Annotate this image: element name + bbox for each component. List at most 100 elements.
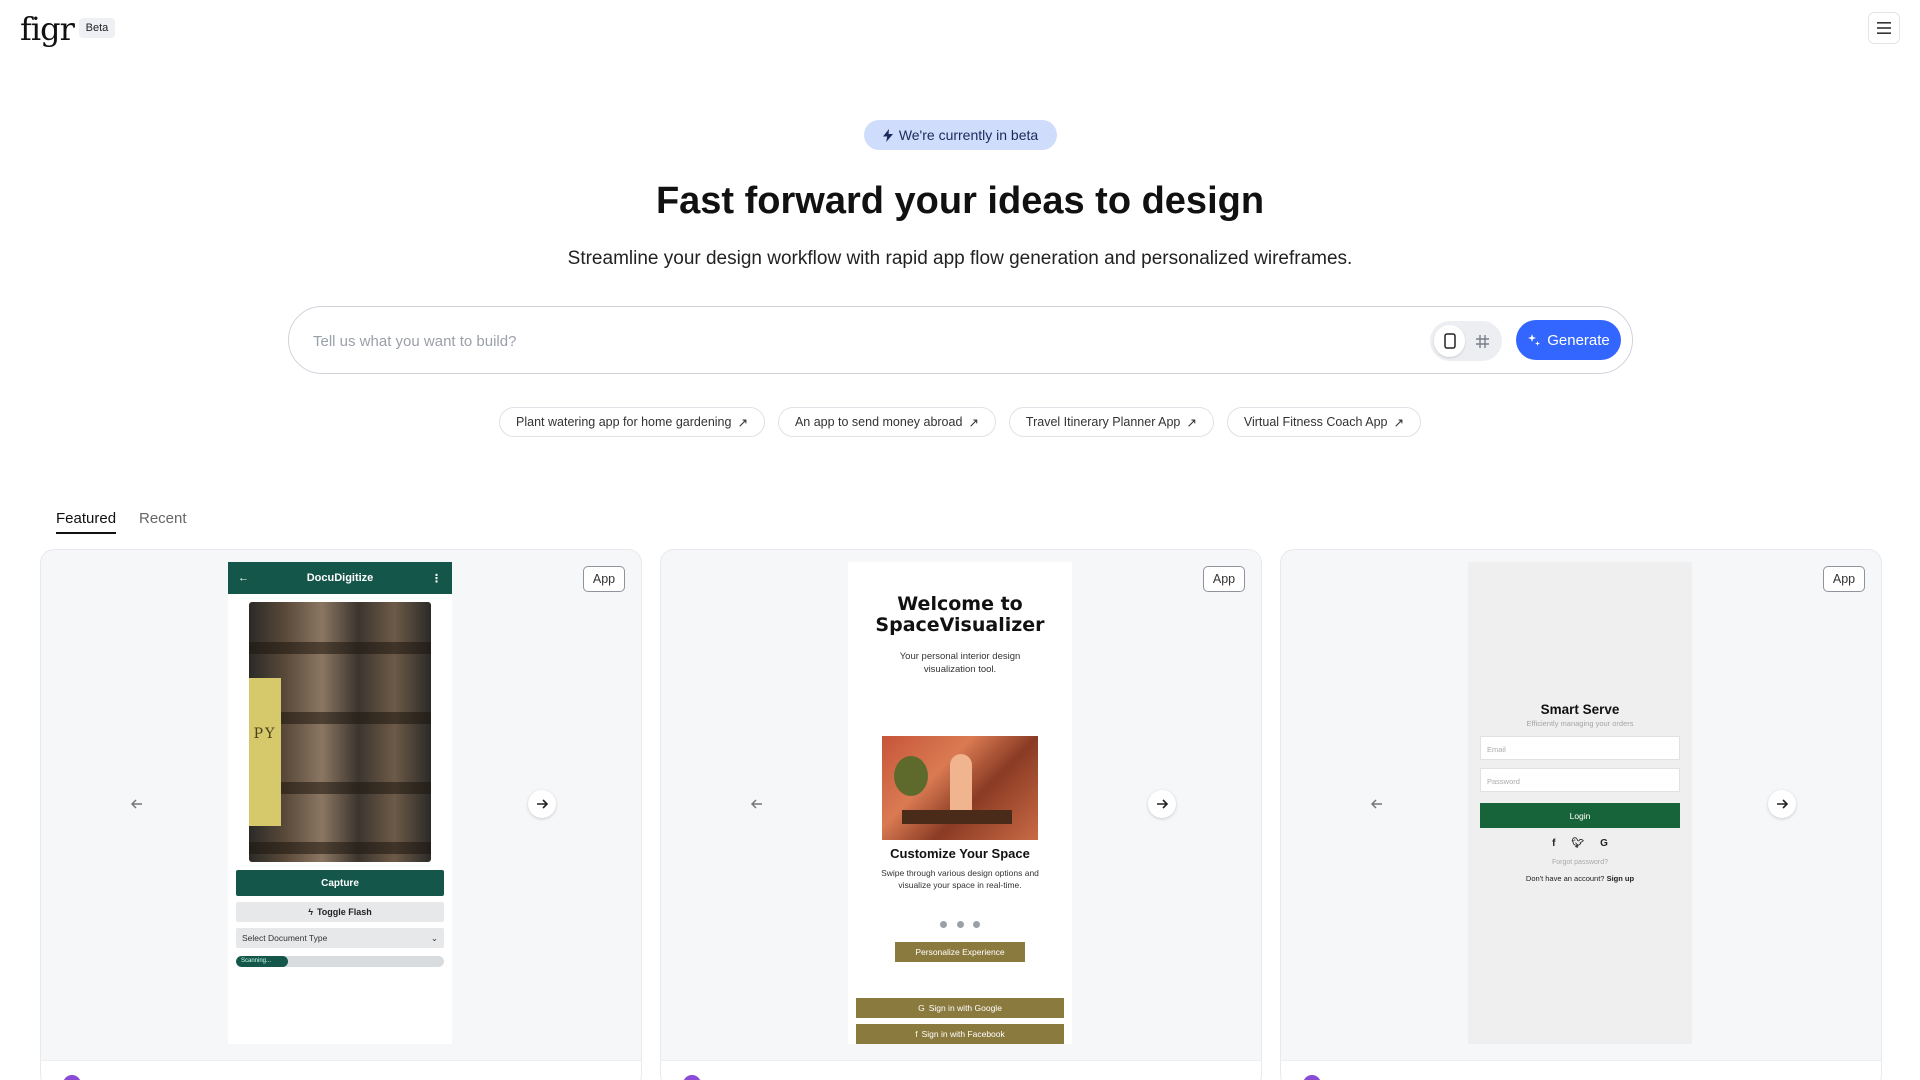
- next-screen-button[interactable]: [1768, 790, 1796, 818]
- suggestion-chip[interactable]: Travel Itinerary Planner App ↗: [1008, 407, 1214, 437]
- arrow-left-icon: [750, 799, 762, 809]
- beta-badge: Beta: [79, 18, 115, 38]
- prev-screen-button[interactable]: [743, 790, 771, 818]
- tab-featured[interactable]: Featured: [56, 510, 116, 527]
- tab-recent[interactable]: Recent: [139, 510, 187, 527]
- facebook-icon: f: [915, 1029, 918, 1039]
- document-type-select: Select Document Type ⌄: [236, 928, 444, 948]
- grid-icon: [1476, 334, 1489, 348]
- suggestion-label: Virtual Fitness Coach App: [1243, 415, 1388, 429]
- signup-prompt: Don't have an account? Sign up: [1468, 874, 1692, 883]
- capture-button: Capture: [236, 870, 444, 896]
- avatar: [63, 1075, 81, 1080]
- facebook-signin-label: Sign in with Facebook: [921, 1029, 1005, 1039]
- arrow-up-right-icon: ↗: [968, 415, 979, 430]
- personalize-button: Personalize Experience: [895, 942, 1025, 962]
- docudigitize-header: ← DocuDigitize ⋮: [228, 562, 452, 594]
- card-footer: [41, 1060, 641, 1080]
- chevron-down-icon: ⌄: [430, 932, 438, 943]
- mobile-icon: [1443, 333, 1456, 349]
- suggestion-chips: Plant watering app for home gardening ↗ …: [0, 407, 1920, 437]
- docudigitize-title: DocuDigitize: [306, 572, 374, 584]
- arrow-right-icon: [1157, 799, 1169, 809]
- grid-toggle-option[interactable]: [1467, 325, 1498, 357]
- lightning-icon: ϟ: [308, 907, 313, 917]
- arrow-right-icon: [1777, 799, 1789, 809]
- card-footer: [661, 1060, 1261, 1080]
- toggle-flash-label: Toggle Flash: [316, 907, 372, 917]
- prompt-bar: Generate: [288, 306, 1633, 374]
- arrow-up-right-icon: ↗: [1186, 415, 1197, 430]
- prompt-input[interactable]: [313, 325, 1393, 357]
- scan-progress-bar: Scanning...: [236, 956, 444, 967]
- google-signin-button: G Sign in with Google: [856, 998, 1064, 1018]
- customize-heading: Customize Your Space: [890, 846, 1030, 861]
- signup-prefix: Don't have an account?: [1525, 874, 1605, 883]
- customize-description: Swipe through various design options and…: [881, 868, 1039, 890]
- menu-button[interactable]: [1868, 12, 1900, 44]
- scan-progress-fill: Scanning...: [236, 956, 288, 967]
- back-arrow-icon: ←: [238, 572, 249, 584]
- beta-announcement-pill[interactable]: We're currently in beta: [864, 120, 1057, 150]
- google-signin-label: Sign in with Google: [928, 1003, 1002, 1013]
- sparkle-icon: [1528, 334, 1541, 346]
- password-field: Password: [1480, 768, 1680, 792]
- app-screen-preview: Smart Serve Efficiently managing your or…: [1468, 562, 1692, 1044]
- prev-screen-button[interactable]: [1363, 790, 1391, 818]
- spacevisualizer-subtitle: Your personal interior design visualizat…: [899, 651, 1021, 675]
- suggestion-label: An app to send money abroad: [794, 415, 963, 429]
- app-screen-preview: ← DocuDigitize ⋮ PY Capture ϟ Toggle Fla…: [228, 562, 452, 1044]
- arrow-left-icon: [130, 799, 142, 809]
- beta-pill-text: We're currently in beta: [898, 127, 1039, 143]
- avatar: [1303, 1075, 1321, 1080]
- facebook-signin-button: f Sign in with Facebook: [856, 1024, 1064, 1044]
- page-title: Fast forward your ideas to design: [655, 180, 1265, 222]
- arrow-up-right-icon: ↗: [737, 415, 748, 430]
- card-footer: [1281, 1060, 1881, 1080]
- hamburger-icon: [1877, 22, 1891, 34]
- arrow-up-right-icon: ↗: [1393, 415, 1404, 430]
- toggle-flash-button: ϟ Toggle Flash: [236, 902, 444, 922]
- tab-active-indicator: [56, 532, 116, 534]
- prev-screen-button[interactable]: [123, 790, 151, 818]
- email-field: Email: [1480, 736, 1680, 760]
- document-type-label: Select Document Type: [242, 933, 328, 943]
- suggestion-label: Plant watering app for home gardening: [516, 415, 732, 429]
- project-card[interactable]: App ← DocuDigitize ⋮ PY Capture ϟ Toggle…: [40, 549, 642, 1080]
- social-login-row: f 🐦︎ G: [1468, 838, 1692, 849]
- more-vertical-icon: ⋮: [431, 572, 442, 585]
- smartserve-title: Smart Serve: [1540, 702, 1620, 717]
- suggestion-chip[interactable]: Virtual Fitness Coach App ↗: [1226, 407, 1421, 437]
- book-cover: PY: [249, 678, 281, 826]
- smartserve-subtitle: Efficiently managing your orders: [1526, 719, 1634, 728]
- next-screen-button[interactable]: [1148, 790, 1176, 818]
- generate-label: Generate: [1547, 331, 1610, 349]
- facebook-icon: f: [1552, 838, 1556, 849]
- mobile-toggle-option[interactable]: [1434, 325, 1465, 357]
- twitter-icon: 🐦︎: [1571, 838, 1585, 849]
- suggestion-chip[interactable]: Plant watering app for home gardening ↗: [499, 407, 765, 437]
- arrow-right-icon: [537, 799, 549, 809]
- avatar: [683, 1075, 701, 1080]
- suggestion-label: Travel Itinerary Planner App: [1025, 415, 1181, 429]
- page-subtitle: Streamline your design workflow with rap…: [567, 248, 1353, 269]
- google-icon: G: [918, 1003, 925, 1013]
- camera-preview-image: PY: [249, 602, 431, 862]
- project-card[interactable]: App Smart Serve Efficiently managing you…: [1280, 549, 1882, 1080]
- figr-logo[interactable]: figr: [20, 10, 75, 48]
- google-icon: G: [1600, 838, 1608, 849]
- app-type-badge: App: [583, 566, 625, 592]
- generate-button[interactable]: Generate: [1516, 320, 1621, 360]
- suggestion-chip[interactable]: An app to send money abroad ↗: [777, 407, 996, 437]
- output-type-toggle: [1430, 321, 1502, 361]
- carousel-dots: [940, 921, 980, 928]
- arrow-left-icon: [1370, 799, 1382, 809]
- app-screen-preview: Welcome to SpaceVisualizer Your personal…: [848, 562, 1072, 1044]
- project-card[interactable]: App Welcome to SpaceVisualizer Your pers…: [660, 549, 1262, 1080]
- login-button: Login: [1480, 803, 1680, 828]
- next-screen-button[interactable]: [528, 790, 556, 818]
- lightning-icon: [882, 128, 893, 142]
- interior-room-image: [882, 736, 1038, 840]
- forgot-password-link: Forgot password?: [1551, 859, 1609, 866]
- spacevisualizer-title: Welcome to SpaceVisualizer: [875, 593, 1045, 636]
